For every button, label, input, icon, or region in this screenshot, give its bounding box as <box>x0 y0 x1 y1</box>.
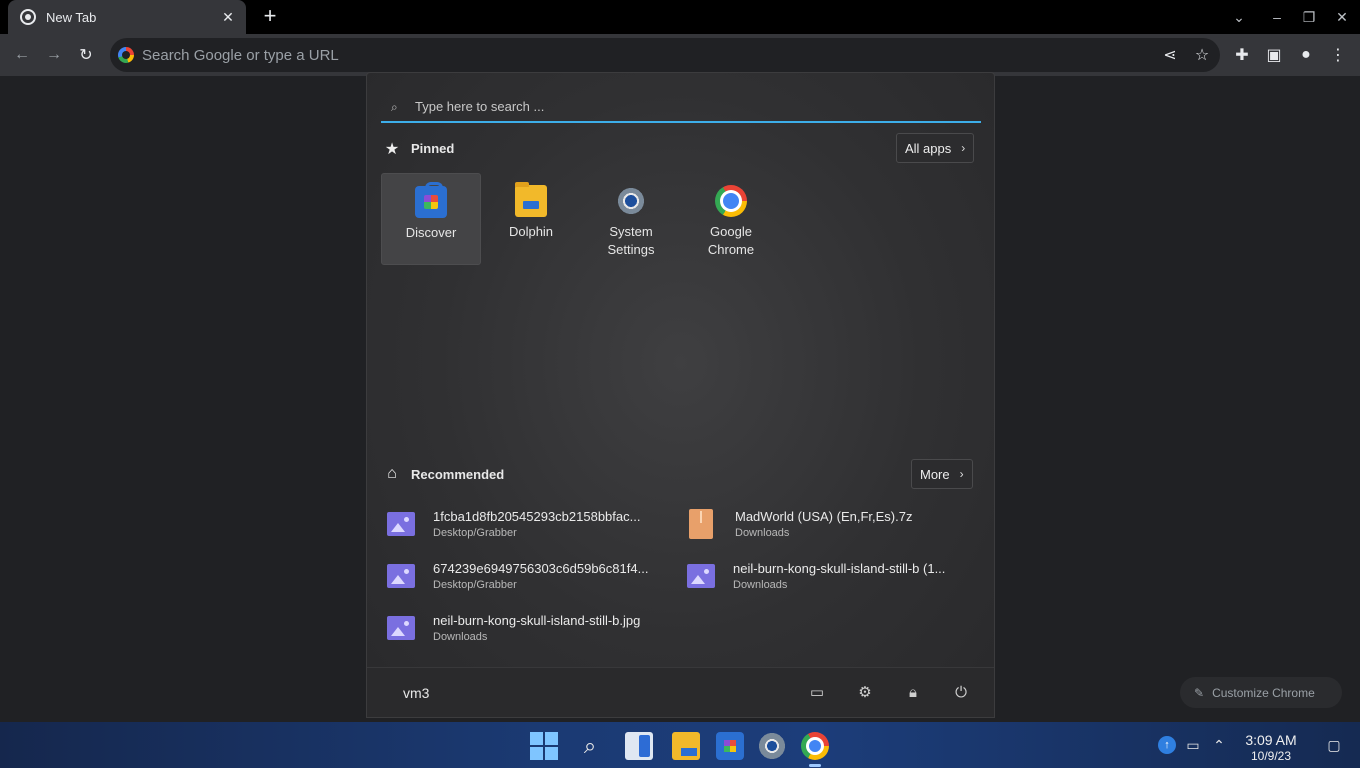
file-explorer-icon[interactable] <box>672 732 700 760</box>
file-path: Desktop/Grabber <box>433 579 517 591</box>
app-label: Discover <box>405 225 457 240</box>
new-tab-button[interactable]: + <box>258 5 282 29</box>
recommended-title: Recommended <box>411 466 505 482</box>
all-apps-button[interactable]: All apps › <box>896 133 975 163</box>
image-file-icon <box>387 512 415 536</box>
active-app-indicator <box>809 764 821 767</box>
file-name: 674239e6949756303c6d59b6c81f4... <box>433 561 649 576</box>
list-item[interactable]: MadWorld (USA) (En,Fr,Es).7z Downloads <box>681 501 971 547</box>
tab-title: New Tab <box>46 9 97 25</box>
app-label: Dolphin <box>508 224 554 239</box>
extensions-icon[interactable]: ✚ <box>1231 44 1253 66</box>
tab-search-chevron-icon[interactable]: ⌄ <box>1230 8 1248 26</box>
start-search-input[interactable] <box>415 98 955 114</box>
file-name: neil-burn-kong-skull-island-still-b.jpg <box>433 613 641 628</box>
image-file-icon <box>687 564 715 588</box>
file-path: Downloads <box>735 527 790 539</box>
notifications-icon[interactable]: ▢ <box>1325 736 1343 754</box>
power-icon[interactable]: ⏻ <box>951 683 971 703</box>
customize-chrome-button[interactable]: ✎ Customize Chrome <box>1180 677 1342 708</box>
list-item[interactable]: 1fcba1d8fb20545293cb2158bbfac... Desktop… <box>381 501 671 547</box>
list-item[interactable]: neil-burn-kong-skull-island-still-b (1..… <box>681 553 971 599</box>
tab-strip: New Tab ✕ + ⌄ – ❐ ✕ <box>0 0 1360 34</box>
widgets-icon[interactable] <box>625 732 653 760</box>
discover-icon[interactable] <box>716 732 744 760</box>
pinned-app-dolphin[interactable]: Dolphin <box>481 173 581 265</box>
all-apps-label: All apps <box>905 140 952 156</box>
search-icon[interactable]: ⌕ <box>576 732 604 760</box>
customize-label: Customize Chrome <box>1212 685 1315 700</box>
lock-icon[interactable]: 🔒︎ <box>903 683 923 703</box>
tab-new-tab[interactable]: New Tab ✕ <box>8 0 246 34</box>
close-window-icon[interactable]: ✕ <box>1333 8 1351 26</box>
bookmark-star-icon[interactable]: ☆ <box>1191 44 1213 66</box>
menu-kebab-icon[interactable]: ⋮ <box>1327 44 1349 66</box>
start-menu-footer: vm3 ▭ ⚙ 🔒︎ ⏻ <box>367 667 994 717</box>
clock-time: 3:09 AM <box>1245 732 1297 748</box>
file-name: neil-burn-kong-skull-island-still-b (1..… <box>733 561 946 576</box>
archive-icon <box>689 509 713 539</box>
pinned-app-google-chrome[interactable]: Google Chrome <box>681 173 781 265</box>
start-search: ⌕ <box>381 91 981 123</box>
folder-icon <box>515 182 547 217</box>
file-path: Downloads <box>433 631 488 643</box>
clock-date: 10/9/23 <box>1250 749 1292 763</box>
file-name: MadWorld (USA) (En,Fr,Es).7z <box>735 509 913 524</box>
start-menu: ⌕ ★ Pinned All apps › Discover Dolphin S… <box>366 72 995 718</box>
restore-icon[interactable]: ❐ <box>1300 8 1318 26</box>
update-icon[interactable]: ↑ <box>1158 736 1176 754</box>
clock[interactable]: 3:09 AM 10/9/23 <box>1236 732 1306 763</box>
list-item[interactable]: 674239e6949756303c6d59b6c81f4... Desktop… <box>381 553 671 599</box>
browser-toolbar: ← → ↻ Search Google or type a URL ⋖ ☆ ✚ … <box>0 34 1360 76</box>
file-manager-icon[interactable]: ▭ <box>807 683 827 703</box>
app-label: Google Chrome <box>707 224 755 257</box>
discover-icon <box>415 182 447 218</box>
display-icon[interactable]: ▭ <box>1184 736 1202 754</box>
chevron-up-icon[interactable]: ⌃ <box>1210 736 1228 754</box>
list-item[interactable]: neil-burn-kong-skull-island-still-b.jpg … <box>381 605 671 651</box>
file-name: 1fcba1d8fb20545293cb2158bbfac... <box>433 509 641 524</box>
pinned-title: Pinned <box>411 140 455 156</box>
profile-icon[interactable]: ● <box>1295 44 1317 66</box>
chevron-right-icon: › <box>961 141 966 155</box>
omnibox-placeholder: Search Google or type a URL <box>142 46 339 64</box>
reload-icon[interactable]: ↻ <box>75 44 97 66</box>
minimize-icon[interactable]: – <box>1268 8 1286 26</box>
user-name: vm3 <box>403 684 430 701</box>
chrome-icon <box>715 185 747 217</box>
chrome-favicon-icon <box>20 9 36 25</box>
chrome-icon[interactable] <box>801 732 829 760</box>
star-icon: ★ <box>384 141 400 158</box>
more-label: More <box>920 466 950 482</box>
pinned-apps: Discover Dolphin System Settings Google … <box>381 173 781 265</box>
side-panel-icon[interactable]: ▣ <box>1263 44 1285 66</box>
google-icon <box>118 47 134 63</box>
image-file-icon <box>387 564 415 588</box>
taskbar: ⌕ ↑ ▭ ⌃ 3:09 AM 10/9/23 ▢ <box>0 722 1360 768</box>
settings-icon[interactable] <box>758 732 786 760</box>
share-icon[interactable]: ⋖ <box>1159 44 1181 66</box>
tag-icon: ⌂ <box>387 465 397 482</box>
forward-icon[interactable]: → <box>43 44 65 66</box>
back-icon[interactable]: ← <box>11 44 33 66</box>
image-file-icon <box>387 616 415 640</box>
chevron-right-icon: › <box>959 467 964 481</box>
settings-icon <box>615 185 647 217</box>
omnibox[interactable]: Search Google or type a URL <box>110 38 1220 72</box>
gear-icon[interactable]: ⚙ <box>855 683 875 703</box>
pinned-app-system-settings[interactable]: System Settings <box>581 173 681 265</box>
start-button-icon[interactable] <box>530 732 558 760</box>
pinned-app-discover[interactable]: Discover <box>381 173 481 265</box>
pencil-icon: ✎ <box>1194 685 1205 700</box>
pinned-header: ★ Pinned <box>383 139 455 159</box>
app-label: System Settings <box>607 224 655 257</box>
file-path: Desktop/Grabber <box>433 527 517 539</box>
recommended-header: ⌂ Recommended <box>383 465 504 483</box>
more-button[interactable]: More › <box>911 459 973 489</box>
search-icon: ⌕ <box>391 100 398 114</box>
tab-close-icon[interactable]: ✕ <box>220 9 236 26</box>
file-path: Downloads <box>733 579 788 591</box>
